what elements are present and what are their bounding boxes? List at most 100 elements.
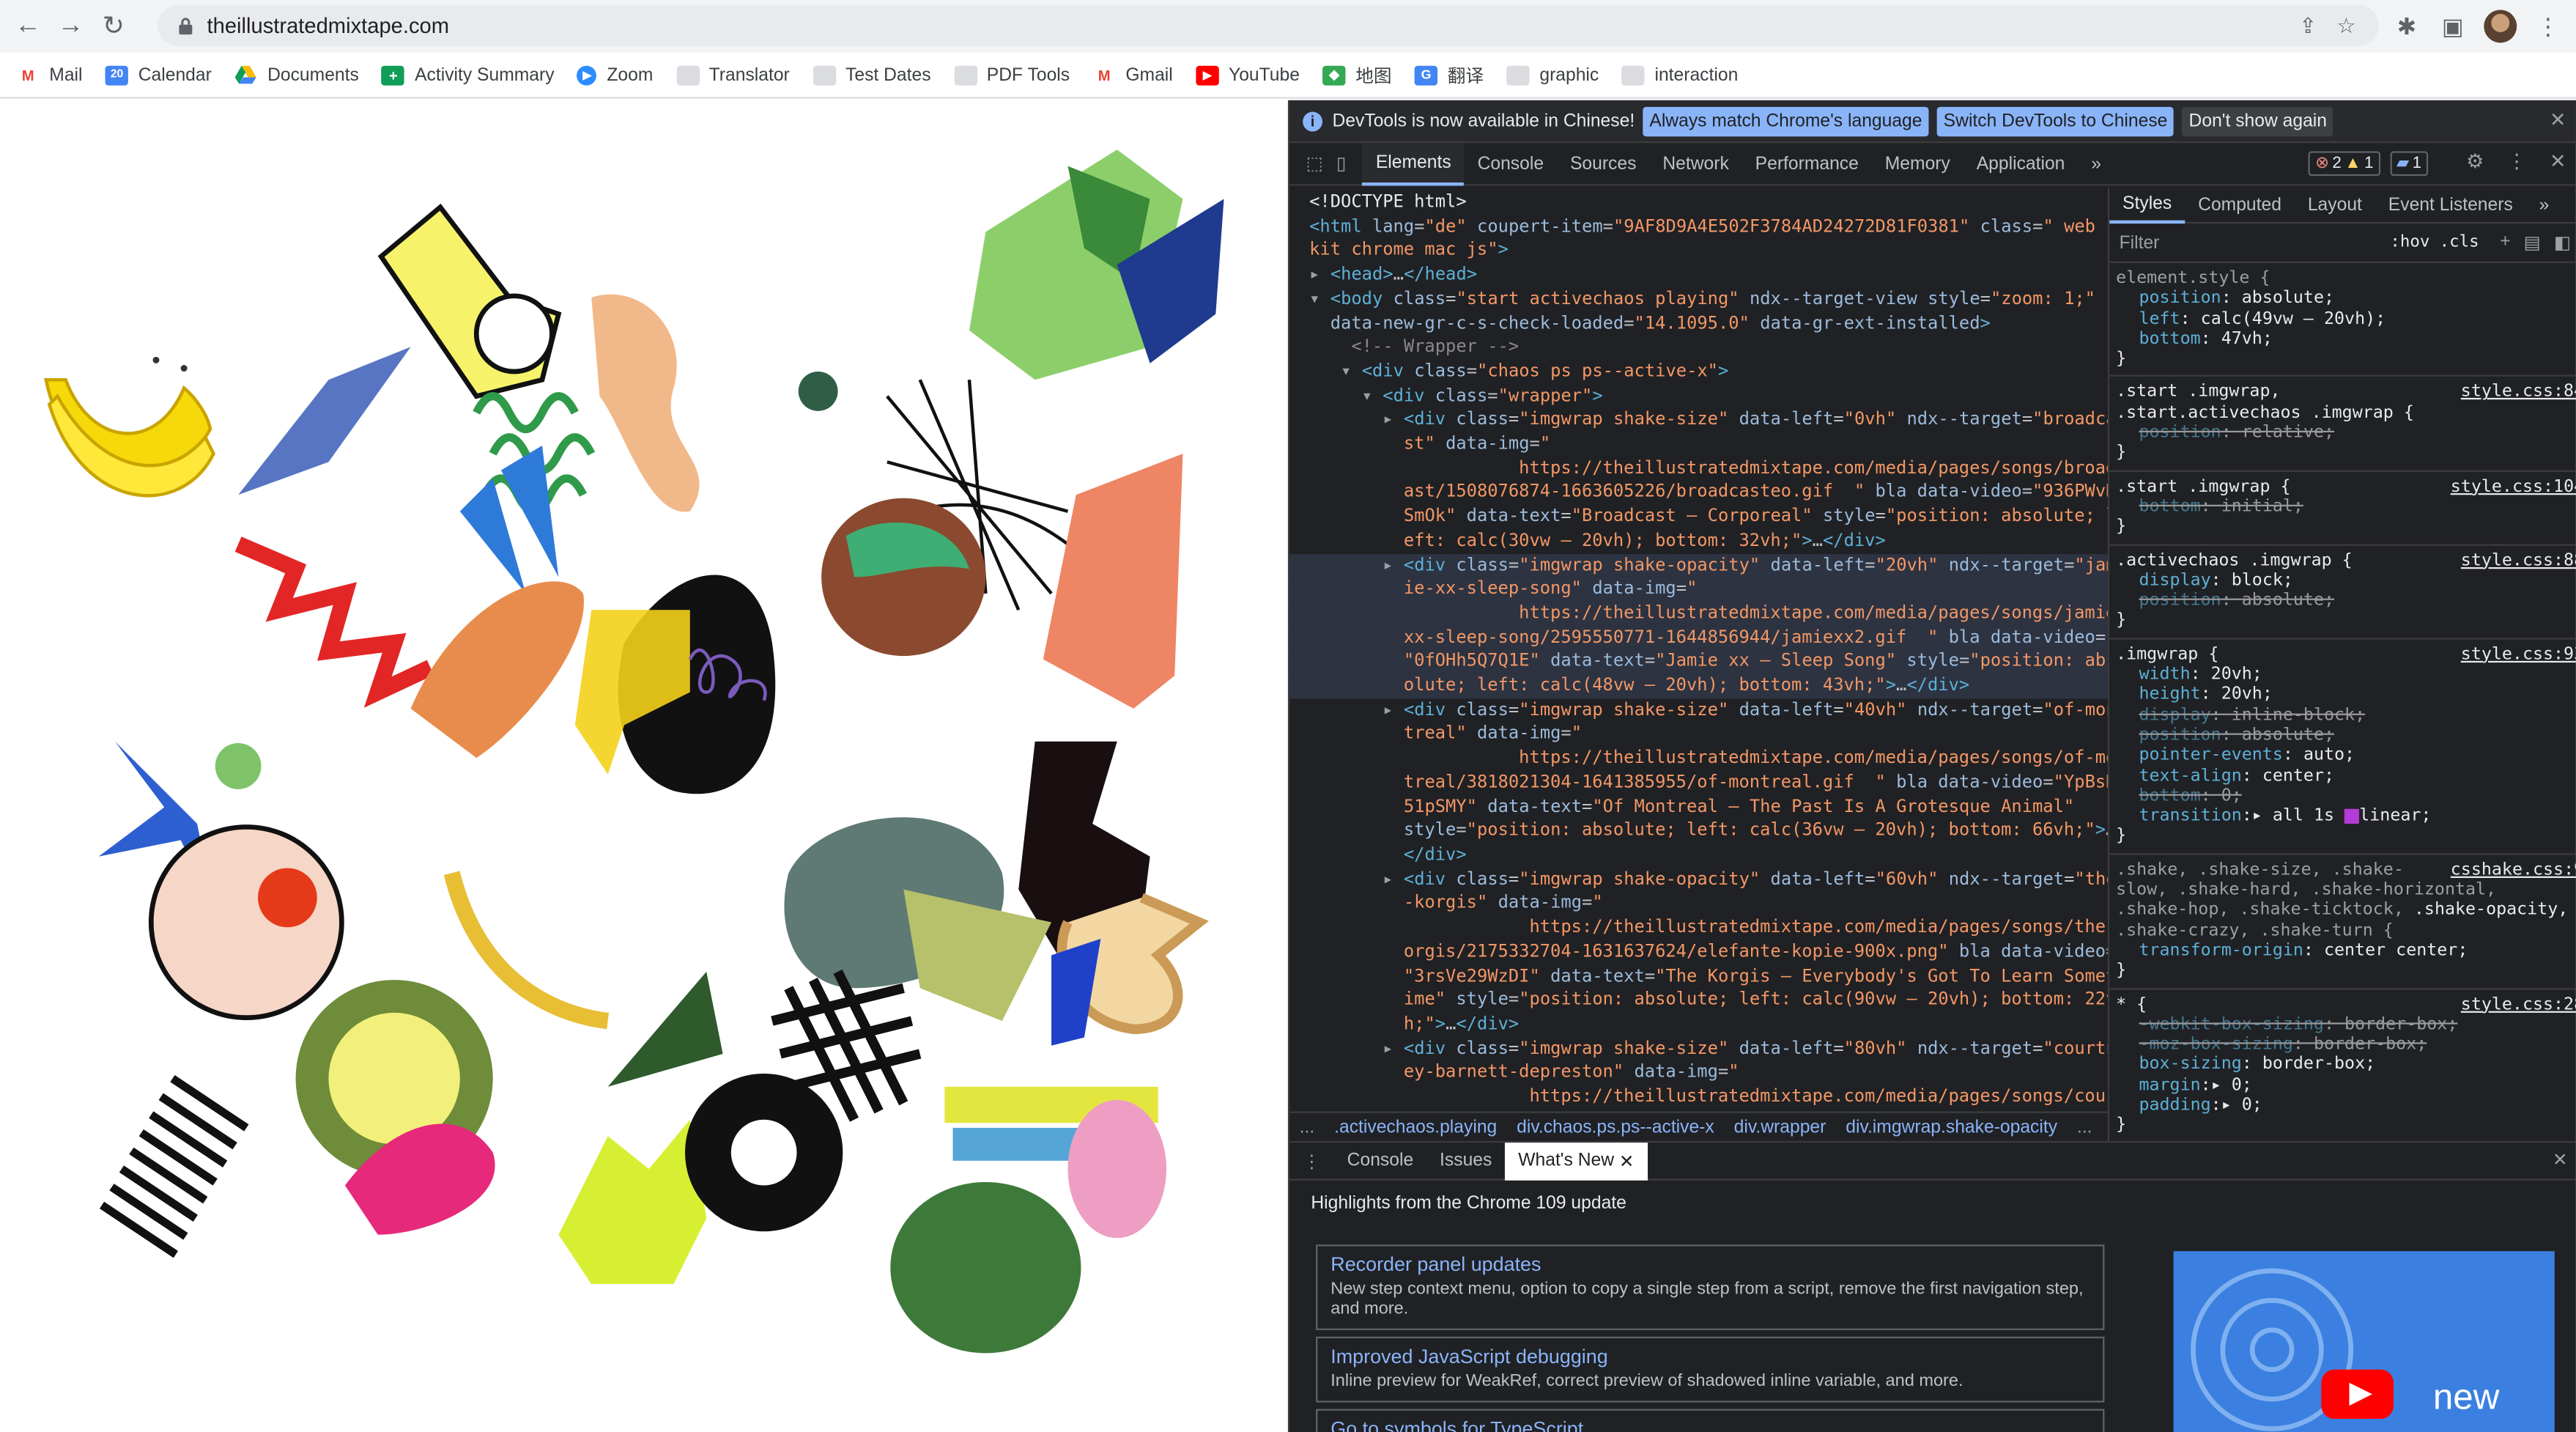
switch-chinese-button[interactable]: Switch DevTools to Chinese bbox=[1936, 106, 2175, 136]
yellow-flag-illustration[interactable] bbox=[377, 203, 562, 399]
match-language-button[interactable]: Always match Chrome's language bbox=[1643, 106, 1929, 136]
style-rule[interactable]: style.css:93 .imgwrap { width: 20vh; hei… bbox=[2109, 639, 2576, 855]
tab-computed[interactable]: Computed bbox=[2185, 188, 2295, 223]
bookmark-documents[interactable]: Documents bbox=[234, 65, 359, 85]
style-rule[interactable]: style.css:104 .start .imgwrap { bottom: … bbox=[2109, 471, 2576, 545]
brown-scribble[interactable] bbox=[821, 498, 986, 657]
breadcrumb-item[interactable]: div.wrapper bbox=[1734, 1117, 1826, 1137]
head-line[interactable]: ▸ <head>…</head> bbox=[1289, 263, 2108, 287]
style-source-link[interactable]: style.css:84 bbox=[2461, 383, 2576, 403]
breadcrumb-item[interactable]: ... bbox=[2077, 1117, 2092, 1137]
salmon-patch[interactable] bbox=[1043, 454, 1183, 709]
style-rule[interactable]: element.style { position: absolute; left… bbox=[2109, 263, 2576, 377]
style-rule[interactable]: csshake.css:9 .shake, .shake-size, .shak… bbox=[2109, 855, 2576, 989]
chaos-div-line[interactable]: ▾ <div class="chaos ps ps--active-x"> bbox=[1289, 360, 2108, 384]
drawer-tab-issues[interactable]: Issues bbox=[1426, 1142, 1505, 1180]
bookmark-youtube[interactable]: ▶ YouTube bbox=[1196, 64, 1300, 85]
red-zigzag[interactable] bbox=[234, 536, 434, 708]
wrapper-div-line[interactable]: ▾ <div class="wrapper"> bbox=[1289, 384, 2108, 408]
more-tabs-icon[interactable]: » bbox=[2078, 142, 2114, 185]
sidebar-toggle-icon[interactable]: ◧ bbox=[2554, 232, 2571, 254]
imgwrap-courtney-line[interactable]: ▸ <div class="imgwrap shake-size" data-l… bbox=[1289, 1037, 2108, 1061]
style-source-link[interactable]: style.css:88 bbox=[2461, 550, 2576, 571]
salmon-bread[interactable] bbox=[410, 581, 584, 759]
bookmark-pdf-tools[interactable]: PDF Tools bbox=[953, 64, 1070, 85]
reload-button[interactable]: ↻ bbox=[92, 5, 135, 48]
breadcrumb-item[interactable]: div.imgwrap.shake-opacity bbox=[1846, 1117, 2057, 1137]
tab-styles[interactable]: Styles bbox=[2109, 188, 2185, 223]
drawer-tab-console[interactable]: Console bbox=[1334, 1142, 1426, 1180]
whats-new-card[interactable]: Recorder panel updates New step context … bbox=[1316, 1244, 2105, 1330]
tab-elements[interactable]: Elements bbox=[1362, 142, 1465, 185]
tab-console[interactable]: Console bbox=[1465, 142, 1557, 185]
bookmark-activity-summary[interactable]: + Activity Summary bbox=[382, 64, 555, 85]
whats-new-card[interactable]: Improved JavaScript debugging Inline pre… bbox=[1316, 1336, 2105, 1403]
more-options-icon[interactable]: ⋮ bbox=[2507, 150, 2527, 172]
extensions-icon[interactable]: ✱ bbox=[2392, 12, 2421, 41]
bookmark-calendar[interactable]: 20 Calendar bbox=[105, 64, 212, 85]
green-abstract-illustration[interactable] bbox=[969, 150, 1224, 380]
style-source-link[interactable]: style.css:28 bbox=[2461, 994, 2576, 1014]
bookmark-gmail[interactable]: M Gmail bbox=[1093, 65, 1173, 85]
tab-performance[interactable]: Performance bbox=[1742, 142, 1872, 185]
close-icon[interactable]: ✕ bbox=[2550, 108, 2566, 131]
profile-avatar[interactable] bbox=[2484, 10, 2517, 43]
dont-show-button[interactable]: Don't show again bbox=[2182, 106, 2333, 136]
close-tab-icon[interactable]: ✕ bbox=[1619, 1150, 1635, 1172]
gear-illustration[interactable] bbox=[685, 1073, 843, 1232]
drawer-tab-whats-new[interactable]: What's New ✕ bbox=[1505, 1142, 1648, 1180]
bookmark-maps[interactable]: ◆ 地图 bbox=[1322, 62, 1392, 88]
imgwrap-korgis-line[interactable]: ▸ <div class="imgwrap shake-opacity" dat… bbox=[1289, 868, 2108, 892]
style-source-link[interactable]: csshake.css:9 bbox=[2451, 860, 2576, 880]
more-style-tabs-icon[interactable]: » bbox=[2526, 188, 2563, 223]
whats-new-video[interactable]: new bbox=[2173, 1251, 2555, 1432]
drawer-menu-icon[interactable]: ⋮ bbox=[1289, 1150, 1334, 1172]
imgwrap-jamie-line[interactable]: ▸ <div class="imgwrap shake-opacity" dat… bbox=[1289, 553, 2108, 577]
bookmark-test-dates[interactable]: Test Dates bbox=[813, 64, 931, 85]
cls-toggle[interactable]: .cls bbox=[2440, 234, 2479, 252]
style-rule[interactable]: style.css:88 .activechaos .imgwrap { dis… bbox=[2109, 545, 2576, 640]
side-panel-icon[interactable]: ▣ bbox=[2438, 12, 2468, 41]
errors-badge[interactable]: ⊗ 2 ▲ 1 bbox=[2309, 151, 2380, 177]
add-rule-icon[interactable]: + bbox=[2500, 232, 2510, 253]
tab-event-listeners[interactable]: Event Listeners bbox=[2375, 188, 2526, 223]
back-button[interactable]: ← bbox=[7, 5, 49, 48]
imgwrap-broadcast-line[interactable]: ▸ <div class="imgwrap shake-size" data-l… bbox=[1289, 408, 2108, 432]
bookmark-translate[interactable]: G 翻译 bbox=[1414, 62, 1484, 88]
body-line[interactable]: ▾ <body class="start activechaos playing… bbox=[1289, 287, 2108, 311]
address-bar[interactable]: theillustratedmixtape.com ⇪ ☆ bbox=[158, 4, 2379, 46]
lime-star[interactable] bbox=[558, 1119, 707, 1285]
star-icon[interactable]: ☆ bbox=[2336, 12, 2355, 39]
tab-network[interactable]: Network bbox=[1649, 142, 1742, 185]
whats-new-card[interactable]: Go to symbols for TypeScript bbox=[1316, 1409, 2105, 1432]
breadcrumb-item[interactable]: div.chaos.ps.ps--active-x bbox=[1517, 1117, 1714, 1137]
vase-arrow-illustration[interactable] bbox=[1018, 741, 1209, 1046]
banana-illustration[interactable] bbox=[44, 356, 216, 498]
bookmark-translator[interactable]: Translator bbox=[676, 64, 790, 85]
bookmark-interaction[interactable]: interaction bbox=[1621, 64, 1738, 85]
breadcrumb-item[interactable]: ... bbox=[1300, 1117, 1315, 1137]
hov-toggle[interactable]: :hov bbox=[2390, 234, 2429, 252]
bookmark-zoom[interactable]: ▶ Zoom bbox=[577, 64, 653, 85]
tab-sources[interactable]: Sources bbox=[1557, 142, 1649, 185]
tab-application[interactable]: Application bbox=[1964, 142, 2079, 185]
imgwrap-montreal-line[interactable]: ▸ <div class="imgwrap shake-size" data-l… bbox=[1289, 698, 2108, 723]
style-source-link[interactable]: style.css:104 bbox=[2451, 476, 2576, 497]
paint-icon[interactable]: ▤ bbox=[2524, 232, 2541, 254]
bookmark-graphic[interactable]: graphic bbox=[1506, 64, 1599, 85]
tab-memory[interactable]: Memory bbox=[1872, 142, 1964, 185]
orange-blob[interactable] bbox=[591, 294, 700, 512]
close-drawer-icon[interactable]: ✕ bbox=[2553, 1149, 2568, 1170]
style-rule[interactable]: style.css:84 .start .imgwrap, .start.act… bbox=[2109, 377, 2576, 472]
menu-icon[interactable]: ⋮ bbox=[2534, 12, 2563, 41]
elements-tree[interactable]: <!DOCTYPE html> <html lang="de" coupert-… bbox=[1289, 188, 2108, 1141]
device-toolbar-icon[interactable]: ▯ bbox=[1336, 153, 1347, 174]
green-moss[interactable] bbox=[890, 1182, 1081, 1354]
messages-badge[interactable]: ▰ 1 bbox=[2389, 151, 2429, 177]
styles-filter-input[interactable]: Filter :hov .cls + ▤ ◧ bbox=[2109, 224, 2576, 263]
breadcrumb-item[interactable]: .activechaos.playing bbox=[1334, 1117, 1497, 1137]
bookmark-mail[interactable]: M Mail bbox=[16, 65, 83, 85]
close-devtools-icon[interactable]: ✕ bbox=[2550, 150, 2566, 172]
style-rule[interactable]: style.css:28 * { -webkit-box-sizing: bor… bbox=[2109, 989, 2576, 1141]
plant-illustration[interactable] bbox=[98, 741, 493, 1178]
